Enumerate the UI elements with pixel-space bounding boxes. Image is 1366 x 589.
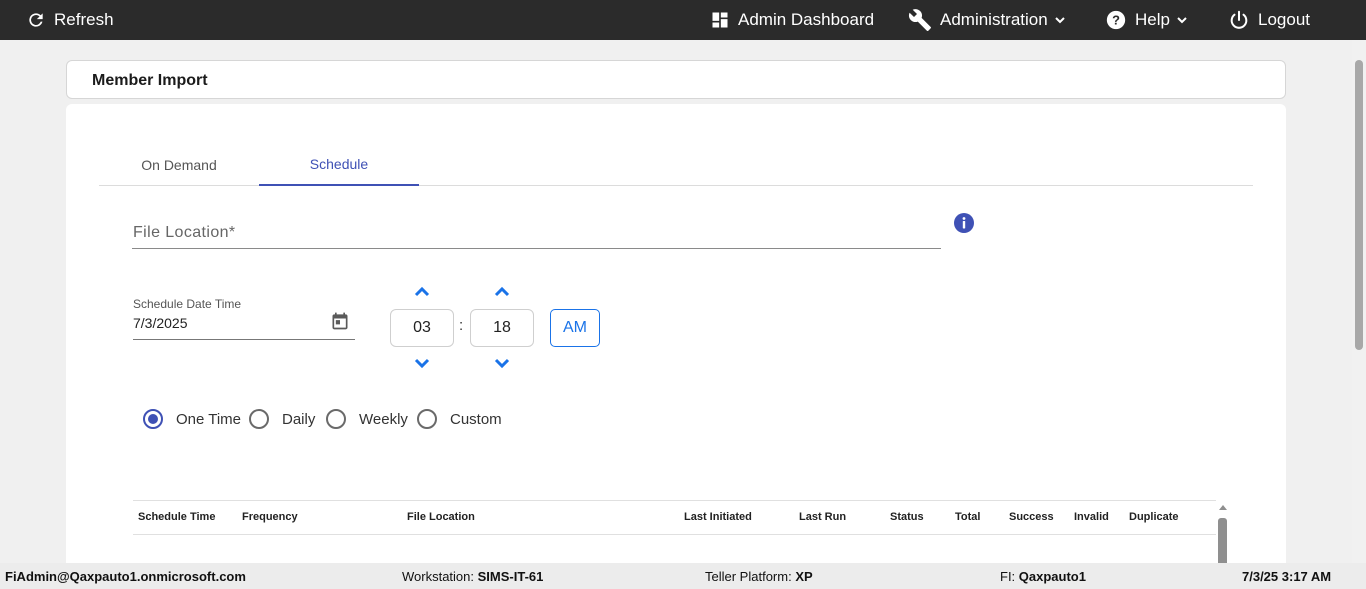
column-header-invalid[interactable]: Invalid [1074,511,1109,523]
status-datetime: 7/3/25 3:17 AM [1242,569,1332,584]
status-workstation: Workstation: SIMS-IT-61 [402,569,544,584]
radio-custom[interactable]: Custom [417,409,502,429]
column-header-schedule-time[interactable]: Schedule Time [138,511,215,523]
status-teller-platform: Teller Platform: XP [705,569,813,584]
radio-circle [417,409,437,429]
admin-dashboard-link[interactable]: Admin Dashboard [710,0,874,40]
hour-increment-chevron-up-icon[interactable] [414,285,430,297]
status-fi: FI: Qaxpauto1 [1000,569,1086,584]
status-user: FiAdmin@Qaxpauto1.onmicrosoft.com [5,569,246,584]
refresh-label: Refresh [54,10,114,29]
column-header-success[interactable]: Success [1009,511,1054,523]
status-bar: FiAdmin@Qaxpauto1.onmicrosoft.com Workst… [0,563,1366,589]
chevron-down-icon [1055,17,1065,24]
column-header-file-location[interactable]: File Location [407,511,475,523]
time-separator: : [459,317,464,334]
column-header-status[interactable]: Status [890,511,924,523]
svg-text:?: ? [1112,13,1120,28]
schedule-table-header: Schedule Time Frequency File Location La… [133,500,1216,535]
tab-bar: On Demand Schedule [99,144,1253,186]
column-header-last-run[interactable]: Last Run [799,511,846,523]
calendar-icon[interactable] [330,311,350,331]
chevron-down-icon [1177,17,1187,24]
radio-label: Custom [450,410,502,428]
radio-label: One Time [176,410,242,428]
hour-decrement-chevron-down-icon[interactable] [414,358,430,370]
minute-increment-chevron-up-icon[interactable] [494,285,510,297]
hour-input[interactable]: 03 [390,309,454,347]
column-header-duplicate[interactable]: Duplicate [1129,511,1179,523]
administration-label: Administration [940,10,1048,29]
help-label: Help [1135,10,1170,29]
page-scrollbar-thumb[interactable] [1355,60,1363,350]
file-location-field[interactable]: File Location* [132,220,941,249]
info-icon[interactable] [954,213,974,233]
administration-menu[interactable]: Administration [908,0,1066,40]
page-title: Member Import [92,72,208,89]
minute-input[interactable]: 18 [470,309,534,347]
main-card: On Demand Schedule File Location* Schedu… [66,104,1286,578]
radio-daily[interactable]: Daily [249,409,315,429]
radio-circle [249,409,269,429]
table-scroll-up-arrow-icon[interactable] [1218,502,1228,512]
radio-circle [143,409,163,429]
power-icon [1230,10,1248,29]
page-header: Member Import [66,60,1286,99]
column-header-total[interactable]: Total [955,511,980,523]
minute-decrement-chevron-down-icon[interactable] [494,358,510,370]
logout-button[interactable]: Logout [1228,0,1310,40]
radio-one-time[interactable]: One Time [143,409,241,429]
radio-label: Weekly [359,410,408,428]
file-location-placeholder: File Location* [133,224,236,241]
refresh-button[interactable]: Refresh [26,0,114,40]
schedule-date-field[interactable]: Schedule Date Time 7/3/2025 [133,297,355,340]
dashboard-icon [712,12,728,28]
admin-dashboard-label: Admin Dashboard [738,10,875,29]
help-menu[interactable]: ? Help [1105,0,1188,40]
column-header-frequency[interactable]: Frequency [242,511,298,523]
schedule-date-value: 7/3/2025 [133,315,188,331]
radio-weekly[interactable]: Weekly [326,409,408,429]
top-nav-bar: Refresh Admin Dashboard Administration ?… [0,0,1366,40]
ampm-toggle-button[interactable]: AM [550,309,600,347]
wrench-icon [908,9,931,31]
help-icon: ? [1106,10,1126,30]
page-scrollbar[interactable] [1352,40,1366,563]
logout-label: Logout [1258,10,1310,29]
radio-circle [326,409,346,429]
radio-label: Daily [282,410,316,428]
schedule-date-label: Schedule Date Time [133,297,242,311]
tab-on-demand[interactable]: On Demand [99,144,259,186]
refresh-icon [29,13,43,27]
column-header-last-initiated[interactable]: Last Initiated [684,511,752,523]
tab-schedule[interactable]: Schedule [259,144,419,186]
